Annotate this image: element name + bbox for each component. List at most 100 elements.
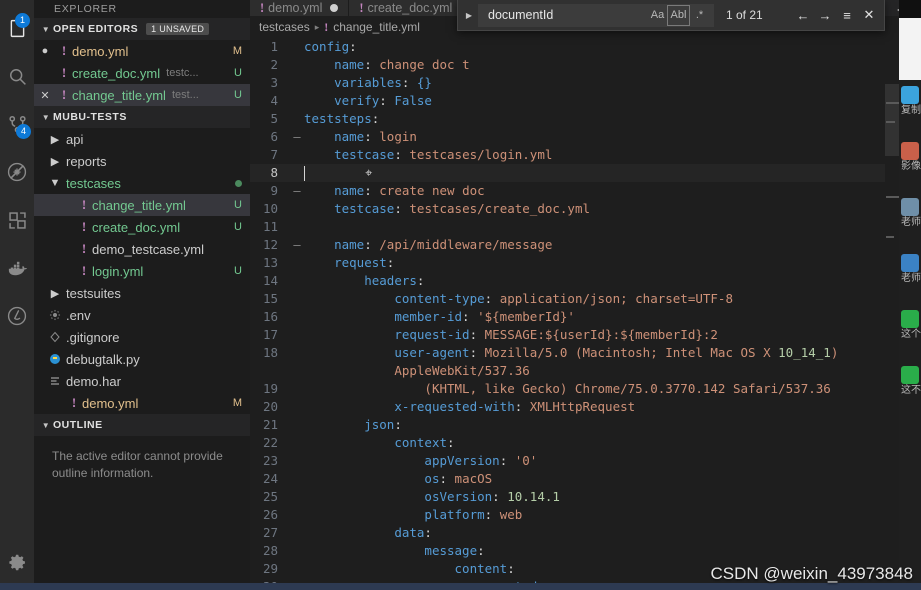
code-line[interactable]: 23 appVersion: '0'	[250, 452, 921, 470]
code-line[interactable]: 24 os: macOS	[250, 470, 921, 488]
code-line[interactable]: 11	[250, 218, 921, 236]
open-editor-row[interactable]: ✕ ! change_title.yml test... U	[34, 84, 250, 106]
tree-item-change-title-yml[interactable]: ! change_title.yml U	[34, 194, 250, 216]
chevron-right-icon[interactable]: ▶	[44, 287, 66, 300]
activity-item-docker[interactable]	[0, 244, 34, 292]
dirty-indicator-icon[interactable]	[330, 4, 339, 12]
tree-item--gitignore[interactable]: .gitignore	[34, 326, 250, 348]
code-text: message:	[424, 543, 485, 558]
code-line[interactable]: 14 headers:	[250, 272, 921, 290]
open-editors-header[interactable]: ▼ OPEN EDITORS 1 UNSAVED	[34, 18, 250, 40]
activity-item-search[interactable]	[0, 52, 34, 100]
source-control-badge: 4	[16, 124, 31, 139]
git-file-icon	[44, 331, 66, 343]
tree-item-login-yml[interactable]: ! login.yml U	[34, 260, 250, 282]
code-line[interactable]: 16 member-id: '${memberId}'	[250, 308, 921, 326]
code-line[interactable]: 13 request:	[250, 254, 921, 272]
chat-list-item[interactable]: 老师	[899, 192, 921, 248]
open-editors-list: ● ! demo.yml M ! create_doc.yml testc...…	[34, 40, 250, 106]
code-line[interactable]: 28 message:	[250, 542, 921, 560]
chevron-right-icon[interactable]: ▶	[44, 155, 66, 168]
find-in-selection-button[interactable]: ≡	[836, 4, 858, 26]
code-line[interactable]: AppleWebKit/537.36	[250, 362, 921, 380]
code-line[interactable]: 10 testcase: testcases/create_doc.yml	[250, 200, 921, 218]
chat-list-item[interactable]: 影像	[899, 136, 921, 192]
tree-item-label: login.yml	[92, 263, 144, 279]
tree-item-debugtalk-py[interactable]: debugtalk.py	[34, 348, 250, 370]
code-lines: 1 config: 2 name: change doc t3 variables:…	[250, 38, 921, 590]
next-match-button[interactable]: →	[814, 4, 836, 26]
tree-item-testcases[interactable]: ▼ testcases	[34, 172, 250, 194]
chevron-down-icon[interactable]: ▼	[44, 177, 66, 189]
chat-list-item[interactable]: 复制	[899, 80, 921, 136]
code-line[interactable]: 1 config:	[250, 38, 921, 56]
chevron-right-icon[interactable]: ▶	[44, 133, 66, 146]
code-line[interactable]: 4 verify: False	[250, 92, 921, 110]
find-input[interactable]: documentId Aa Abl .*	[478, 3, 714, 27]
chat-list-item[interactable]: 这个	[899, 304, 921, 360]
code-editor[interactable]: 1 config: 2 name: change doc t3 variables:…	[250, 38, 921, 590]
code-line[interactable]: 5 teststeps:	[250, 110, 921, 128]
line-number: 20	[262, 399, 278, 414]
chat-list-item[interactable]: 这不	[899, 360, 921, 416]
close-find-button[interactable]: ✕	[858, 4, 880, 26]
project-header[interactable]: ▼ MUBU-TESTS	[34, 106, 250, 128]
tree-item--env[interactable]: .env	[34, 304, 250, 326]
code-line[interactable]: 25 osVersion: 10.14.1	[250, 488, 921, 506]
code-line[interactable]: 21 json:	[250, 416, 921, 434]
tree-item-create-doc-yml[interactable]: ! create_doc.yml U	[34, 216, 250, 238]
breadcrumb-folder[interactable]: testcases	[259, 20, 310, 34]
code-line[interactable]: 6– name: login	[250, 128, 921, 146]
tree-item-demo-yml[interactable]: ! demo.yml M	[34, 392, 250, 414]
chevron-down-icon: ▼	[41, 420, 51, 430]
file-status-badge: U	[234, 265, 242, 277]
code-line[interactable]: 15 content-type: application/json; chars…	[250, 290, 921, 308]
fold-indicator[interactable]: –	[290, 182, 304, 200]
yaml-file-icon: !	[260, 0, 265, 15]
activity-item-test-explorer[interactable]	[0, 292, 34, 340]
background-chat-app[interactable]: 复制 影像 老师 老师 这个 这不	[899, 0, 921, 590]
use-regex-toggle[interactable]: .*	[689, 6, 710, 25]
activity-item-explorer[interactable]: 1	[0, 4, 34, 52]
match-case-toggle[interactable]: Aa	[647, 6, 668, 25]
code-line[interactable]: 18 user-agent: Mozilla/5.0 (Macintosh; I…	[250, 344, 921, 362]
code-line[interactable]: 22 context:	[250, 434, 921, 452]
tree-item-demo-testcase-yml[interactable]: ! demo_testcase.yml	[34, 238, 250, 260]
activity-item-source-control[interactable]: 4	[0, 100, 34, 148]
dirty-dot-icon[interactable]: ●	[34, 45, 56, 57]
code-line[interactable]: 7 testcase: testcases/login.yml	[250, 146, 921, 164]
previous-match-button[interactable]: ←	[792, 4, 814, 26]
code-line[interactable]: 20 x-requested-with: XMLHttpRequest	[250, 398, 921, 416]
fold-indicator[interactable]: –	[290, 128, 304, 146]
tree-item-api[interactable]: ▶ api	[34, 128, 250, 150]
tree-item-demo-har[interactable]: demo.har	[34, 370, 250, 392]
open-editor-row[interactable]: ● ! demo.yml M	[34, 40, 250, 62]
close-icon[interactable]: ✕	[34, 89, 56, 102]
code-line[interactable]: 17 request-id: MESSAGE:${userId}:${membe…	[250, 326, 921, 344]
tree-item-testsuites[interactable]: ▶ testsuites	[34, 282, 250, 304]
code-line[interactable]: 3 variables: {}	[250, 74, 921, 92]
editor-tab-create-doc[interactable]: ! create_doc.yml	[349, 0, 464, 16]
code-line[interactable]: 26 platform: web	[250, 506, 921, 524]
activity-bar: 1 4	[0, 0, 34, 590]
open-editor-row[interactable]: ! create_doc.yml testc... U	[34, 62, 250, 84]
chat-list-item[interactable]: 老师	[899, 248, 921, 304]
code-line[interactable]: 2 name: change doc t	[250, 56, 921, 74]
activity-item-extensions[interactable]	[0, 196, 34, 244]
breadcrumb-file[interactable]: change_title.yml	[333, 20, 420, 34]
tree-item-reports[interactable]: ▶ reports	[34, 150, 250, 172]
fold-indicator[interactable]: –	[290, 236, 304, 254]
code-line[interactable]: 8 ⌖	[250, 164, 921, 182]
outline-header[interactable]: ▼ OUTLINE	[34, 414, 250, 436]
code-line[interactable]: 19 (KHTML, like Gecko) Chrome/75.0.3770.…	[250, 380, 921, 398]
line-number: 6	[270, 129, 278, 144]
editor-tab-demo[interactable]: ! demo.yml	[250, 0, 350, 16]
open-editor-status: M	[232, 45, 242, 57]
code-line[interactable]: 12– name: /api/middleware/message	[250, 236, 921, 254]
toggle-replace-icon[interactable]: ▶	[460, 2, 478, 28]
activity-item-run-debug[interactable]	[0, 148, 34, 196]
match-whole-word-toggle[interactable]: Abl	[667, 4, 690, 26]
find-widget[interactable]: ▶ documentId Aa Abl .* 1 of 21 ← → ≡ ✕	[457, 0, 885, 31]
code-line[interactable]: 9– name: create new doc	[250, 182, 921, 200]
code-line[interactable]: 27 data:	[250, 524, 921, 542]
